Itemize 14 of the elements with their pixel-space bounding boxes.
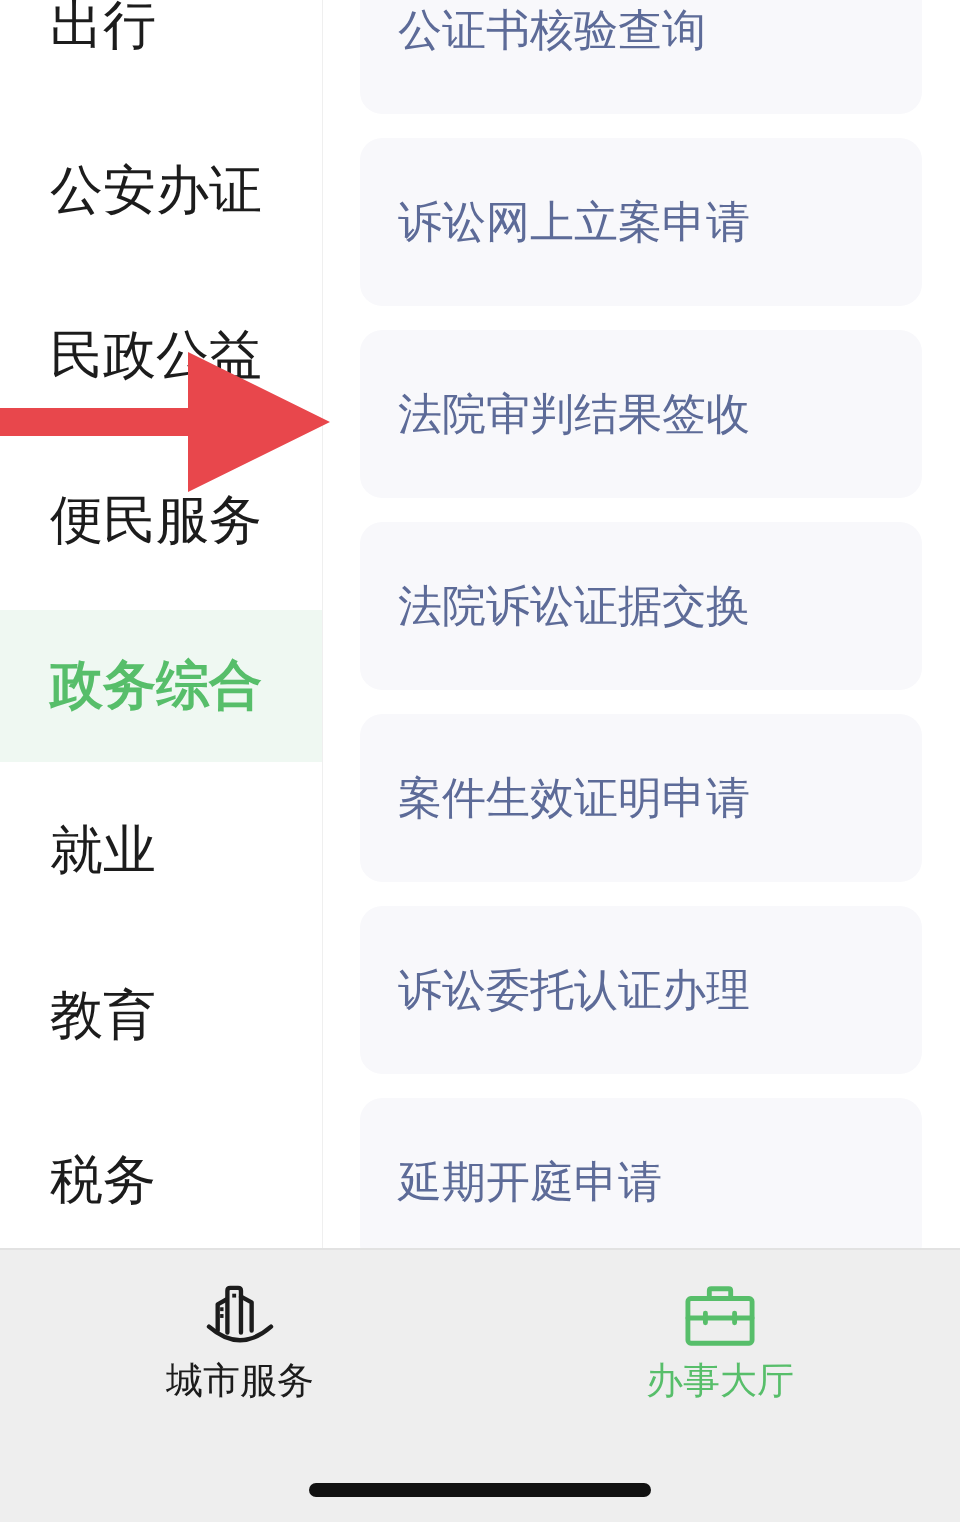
sidebar-item[interactable]: 教育 bbox=[0, 940, 322, 1092]
tab-bar-item[interactable]: 城市服务 bbox=[166, 1284, 314, 1404]
service-card[interactable]: 法院审判结果签收 bbox=[360, 330, 922, 498]
sidebar-item[interactable]: 就业 bbox=[0, 775, 322, 927]
service-card[interactable]: 诉讼委托认证办理 bbox=[360, 906, 922, 1074]
sidebar-item[interactable]: 公安办证 bbox=[0, 115, 322, 267]
service-card[interactable]: 诉讼网上立案申请 bbox=[360, 138, 922, 306]
service-card[interactable]: 法院诉讼证据交换 bbox=[360, 522, 922, 690]
briefcase-icon bbox=[685, 1284, 755, 1348]
service-card[interactable]: 延期开庭申请 bbox=[360, 1098, 922, 1248]
sidebar-item[interactable]: 税务 bbox=[0, 1105, 322, 1248]
service-card[interactable]: 案件生效证明申请 bbox=[360, 714, 922, 882]
service-card[interactable]: 公证书核验查询 bbox=[360, 0, 922, 114]
sidebar-item[interactable]: 便民服务 bbox=[0, 445, 322, 597]
